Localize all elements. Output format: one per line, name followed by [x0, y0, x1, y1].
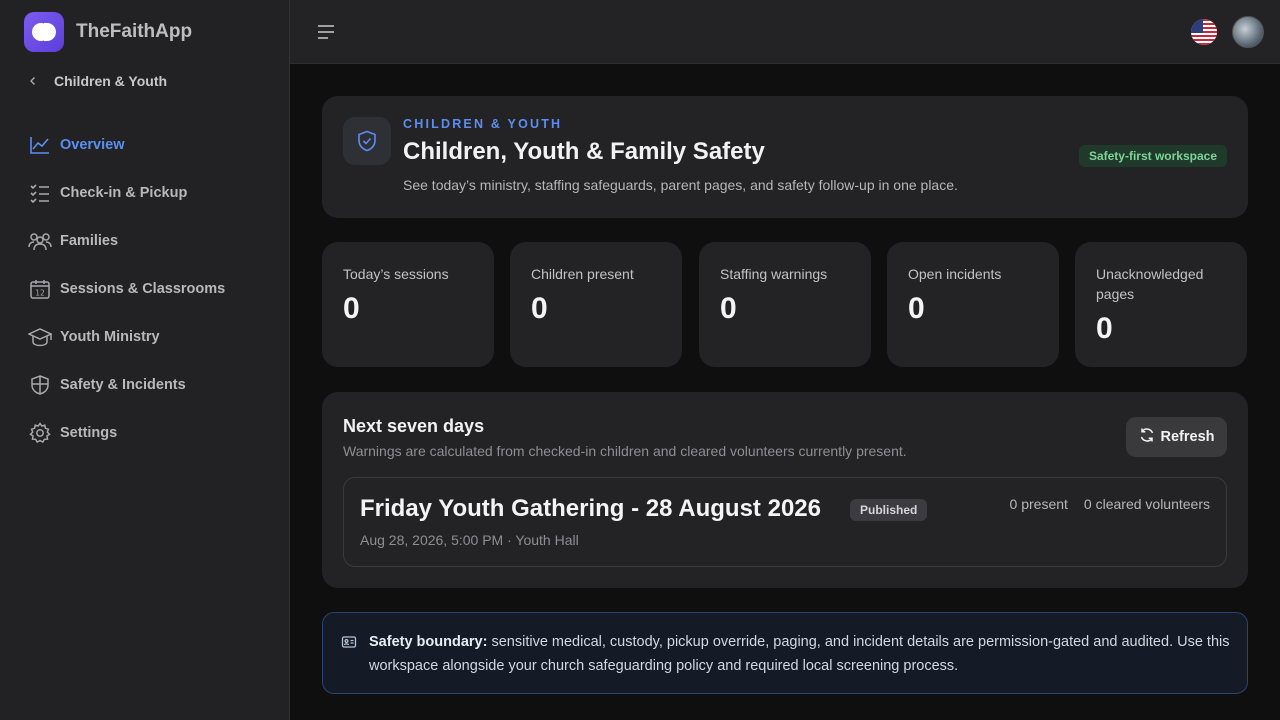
sidebar-item-overview[interactable]: Overview — [28, 121, 278, 169]
sidebar-nav: Overview Check-in & Pickup Families 12 S… — [28, 121, 278, 457]
stat-value: 0 — [720, 292, 737, 325]
stat-value: 0 — [531, 292, 548, 325]
volunteer-count: 0 cleared volunteers — [1083, 496, 1210, 512]
stat-card-incidents: Open incidents 0 — [887, 242, 1059, 367]
stat-card-children: Children present 0 — [510, 242, 682, 367]
calendar-icon: 12 — [28, 277, 52, 301]
app-name: TheFaithApp — [76, 21, 193, 42]
chart-line-icon — [28, 133, 52, 157]
menu-toggle-icon[interactable] — [316, 22, 336, 42]
chevron-left-icon — [28, 74, 42, 89]
upcoming-sessions-card: Next seven days Warnings are calculated … — [322, 392, 1248, 588]
safety-alert: Safety boundary: sensitive medical, cust… — [322, 612, 1248, 694]
page-subtitle: See today’s ministry, staffing safeguard… — [403, 177, 958, 193]
session-title: Friday Youth Gathering - 28 August 2026 — [360, 495, 821, 522]
us-flag-icon[interactable] — [1191, 19, 1217, 45]
stat-value: 0 — [908, 292, 925, 325]
graduation-cap-icon — [28, 325, 52, 349]
sidebar-item-label: Safety & Incidents — [60, 377, 186, 393]
app-logo — [24, 12, 64, 52]
stat-value: 0 — [1096, 312, 1113, 345]
session-stats: 0 present 0 cleared volunteers — [1010, 496, 1210, 512]
sidebar-item-settings[interactable]: Settings — [28, 409, 278, 457]
sidebar-item-safety[interactable]: Safety & Incidents — [28, 361, 278, 409]
sidebar-item-label: Settings — [60, 425, 118, 441]
topbar — [290, 0, 1280, 64]
hero-card: CHILDREN & YOUTH Children, Youth & Famil… — [322, 96, 1248, 218]
stat-label: Unacknowledged pages — [1096, 266, 1204, 302]
alert-text: Safety boundary: sensitive medical, cust… — [369, 630, 1233, 678]
sidebar-item-label: Overview — [60, 137, 125, 153]
id-card-icon — [341, 634, 357, 650]
sidebar-item-label: Youth Ministry — [60, 329, 160, 345]
gear-icon — [28, 421, 52, 445]
session-card[interactable]: Friday Youth Gathering - 28 August 2026 … — [343, 477, 1227, 567]
stat-card-staffing: Staffing warnings 0 — [699, 242, 871, 367]
session-meta: Aug 28, 2026, 5:00 PM · Youth Hall — [360, 532, 579, 548]
back-link[interactable]: Children & Youth — [28, 73, 167, 89]
users-icon — [28, 229, 52, 253]
status-badge: Published — [850, 499, 928, 521]
shield-check-icon — [343, 117, 391, 165]
sidebar-item-families[interactable]: Families — [28, 217, 278, 265]
section-title: Next seven days — [343, 416, 485, 436]
status-badge: Safety-first workspace — [1078, 145, 1227, 167]
stat-label: Staffing warnings — [720, 266, 828, 282]
brand[interactable]: TheFaithApp — [24, 12, 192, 52]
sidebar-item-label: Check-in & Pickup — [60, 185, 188, 201]
refresh-icon — [1139, 427, 1155, 448]
svg-text:12: 12 — [35, 289, 45, 298]
refresh-label: Refresh — [1160, 429, 1215, 445]
avatar[interactable] — [1232, 16, 1264, 48]
refresh-button[interactable]: Refresh — [1126, 417, 1227, 457]
sidebar-item-label: Sessions & Classrooms — [60, 281, 226, 297]
stat-label: Open incidents — [908, 266, 1002, 282]
section-subtitle: Warnings are calculated from checked-in … — [343, 443, 907, 459]
alert-body: sensitive medical, custody, pickup overr… — [369, 634, 1230, 674]
present-count: 0 present — [1009, 496, 1068, 512]
sidebar-item-sessions[interactable]: 12 Sessions & Classrooms — [28, 265, 278, 313]
back-link-label: Children & Youth — [54, 73, 168, 89]
sidebar-item-check-in[interactable]: Check-in & Pickup — [28, 169, 278, 217]
sidebar-item-youth-ministry[interactable]: Youth Ministry — [28, 313, 278, 361]
stat-label: Today’s sessions — [343, 266, 449, 282]
alert-strong: Safety boundary: — [369, 634, 488, 650]
shield-icon — [28, 373, 52, 397]
sidebar: TheFaithApp Children & Youth Overview Ch… — [0, 0, 290, 720]
checklist-icon — [28, 181, 52, 205]
stat-card-pages: Unacknowledged pages 0 — [1075, 242, 1247, 367]
stat-card-sessions: Today’s sessions 0 — [322, 242, 494, 367]
stat-label: Children present — [531, 266, 634, 282]
sidebar-item-label: Families — [60, 233, 119, 249]
page-title: Children, Youth & Family Safety — [403, 138, 765, 165]
hero-eyebrow: CHILDREN & YOUTH — [403, 117, 563, 131]
stat-value: 0 — [343, 292, 360, 325]
